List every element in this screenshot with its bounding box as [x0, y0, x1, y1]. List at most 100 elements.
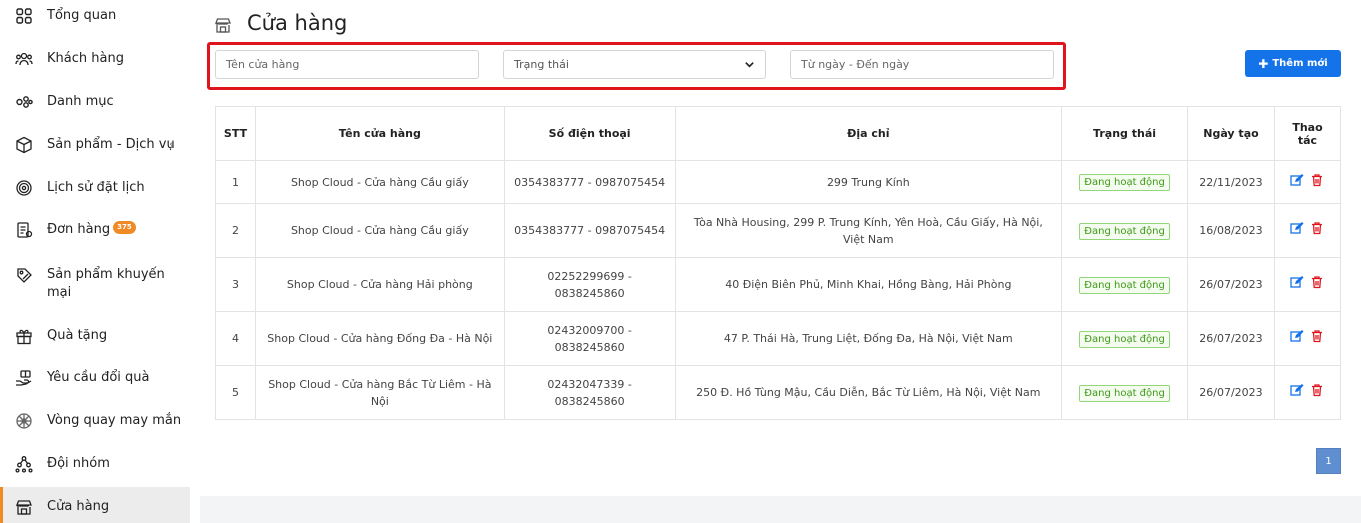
sidebar-item-label: Danh mục [47, 94, 114, 109]
sidebar-item-booking-history[interactable]: Lịch sử đặt lịch [0, 179, 190, 197]
plus-icon: ✚ [1258, 56, 1269, 71]
cell-store-name: Shop Cloud - Cửa hàng Cầu giấy [254, 160, 505, 204]
column-header: Số điện thoại [503, 106, 676, 161]
delete-icon[interactable] [1310, 173, 1324, 187]
category-icon [15, 93, 33, 111]
sidebar-item-label: Quà tặng [47, 328, 108, 343]
history-icon [15, 179, 33, 197]
chevron-left-icon[interactable]: ‹ [169, 136, 174, 154]
table-header-row: STT Tên cửa hàng Số điện thoại Địa chỉ T… [215, 106, 1342, 161]
cell-stt: 3 [215, 257, 256, 312]
pagination-page-1[interactable]: 1 [1316, 448, 1341, 474]
cell-address: 299 Trung Kính [674, 160, 1063, 204]
sidebar-item-label: Sản phẩm - Dịch vụ [47, 137, 175, 152]
cell-status: Đang hoạt động [1061, 257, 1188, 312]
delete-icon[interactable] [1310, 275, 1324, 289]
column-header: Ngày tạo [1186, 106, 1275, 161]
cell-address: 47 P. Thái Hà, Trung Liệt, Đống Đa, Hà N… [674, 311, 1063, 366]
status-badge: Đang hoạt động [1079, 276, 1170, 294]
edit-icon[interactable] [1290, 173, 1304, 187]
cell-phone: 0354383777 - 0987075454 [503, 203, 676, 258]
sidebar-item-gifts[interactable]: Quà tặng [0, 327, 190, 345]
cell-status: Đang hoạt động [1061, 203, 1188, 258]
status-select[interactable]: Trạng thái [503, 50, 766, 79]
sidebar-item-label: Đơn hàng [47, 222, 111, 237]
sidebar-item-products[interactable]: Sản phẩm - Dịch vụ ‹ [0, 136, 190, 154]
sidebar-item-label: Sản phẩm khuyến mại [47, 267, 165, 300]
cell-address: 40 Điện Biên Phủ, Minh Khai, Hồng Bàng, … [674, 257, 1063, 312]
sidebar-item-lucky-wheel[interactable]: Vòng quay may mắn [0, 412, 190, 430]
store-icon [214, 16, 232, 34]
cell-store-name: Shop Cloud - Cửa hàng Bắc Từ Liêm - Hà N… [254, 365, 505, 420]
store-name-input[interactable] [215, 50, 479, 79]
wheel-icon [15, 412, 33, 430]
cell-store-name: Shop Cloud - Cửa hàng Đống Đa - Hà Nội [254, 311, 505, 366]
grid-icon [15, 7, 33, 25]
store-icon [15, 498, 33, 516]
add-new-button[interactable]: ✚ Thêm mới [1245, 50, 1341, 77]
date-range-input[interactable] [790, 50, 1054, 79]
stores-table: STT Tên cửa hàng Số điện thoại Địa chỉ T… [215, 106, 1342, 420]
gift-icon [15, 327, 33, 345]
sidebar-item-customers[interactable]: Khách hàng [0, 50, 190, 68]
status-badge: Đang hoạt động [1079, 330, 1170, 348]
promo-icon [15, 266, 33, 284]
cell-status: Đang hoạt động [1061, 365, 1188, 420]
sidebar-item-gift-exchange[interactable]: Yêu cầu đổi quà [0, 369, 190, 387]
edit-icon[interactable] [1290, 383, 1304, 397]
sidebar-item-label: Tổng quan [47, 8, 117, 23]
status-badge: Đang hoạt động [1079, 384, 1170, 402]
cell-date: 26/07/2023 [1186, 311, 1275, 366]
cell-store-name: Shop Cloud - Cửa hàng Hải phòng [254, 257, 505, 312]
status-badge: Đang hoạt động [1079, 174, 1170, 191]
sidebar-item-label: Vòng quay may mắn [47, 413, 182, 428]
cell-phone: 02432047339 - 0838245860 [503, 365, 676, 420]
cell-stt: 5 [215, 365, 256, 420]
chevron-down-icon [745, 62, 754, 68]
cell-status: Đang hoạt động [1061, 160, 1188, 204]
delete-icon[interactable] [1310, 329, 1324, 343]
team-icon [15, 455, 33, 473]
sidebar-item-label: Khách hàng [47, 51, 124, 66]
sidebar-item-overview[interactable]: Tổng quan [0, 7, 190, 25]
cell-status: Đang hoạt động [1061, 311, 1188, 366]
cell-address: Tòa Nhà Housing, 299 P. Trung Kính, Yên … [674, 203, 1063, 258]
column-header: Thao tác [1273, 106, 1342, 161]
cell-stt: 1 [215, 160, 256, 204]
footer-strip [200, 496, 1361, 523]
edit-icon[interactable] [1290, 221, 1304, 235]
table-row: 5 Shop Cloud - Cửa hàng Bắc Từ Liêm - Hà… [215, 365, 1342, 420]
sidebar-item-label: Lịch sử đặt lịch [47, 180, 145, 195]
add-new-label: Thêm mới [1272, 58, 1328, 69]
cell-date: 22/11/2023 [1186, 160, 1275, 204]
table-row: 2 Shop Cloud - Cửa hàng Cầu giấy 0354383… [215, 203, 1342, 258]
sidebar-item-team[interactable]: Đội nhóm [0, 455, 190, 473]
column-header: Tên cửa hàng [254, 106, 505, 161]
exchange-gift-icon [15, 369, 33, 387]
status-badge: Đang hoạt động [1079, 222, 1170, 240]
cell-date: 16/08/2023 [1186, 203, 1275, 258]
table-row: 1 Shop Cloud - Cửa hàng Cầu giấy 0354383… [215, 160, 1342, 204]
sidebar-item-stores[interactable]: Cửa hàng [0, 487, 190, 523]
column-header: Địa chỉ [674, 106, 1063, 161]
cell-actions [1273, 365, 1342, 420]
sidebar-item-label: Yêu cầu đổi quà [47, 370, 150, 385]
sidebar-item-label: Đội nhóm [47, 456, 110, 471]
sidebar-item-orders[interactable]: Đơn hàng 375 [0, 221, 190, 239]
cell-stt: 2 [215, 203, 256, 258]
cell-address: 250 Đ. Hồ Tùng Mậu, Cầu Diễn, Bắc Từ Liê… [674, 365, 1063, 420]
edit-icon[interactable] [1290, 275, 1304, 289]
order-count-badge: 375 [113, 221, 136, 234]
table-row: 4 Shop Cloud - Cửa hàng Đống Đa - Hà Nội… [215, 311, 1342, 366]
status-select-value: Trạng thái [514, 58, 569, 71]
sidebar-item-categories[interactable]: Danh mục [0, 93, 190, 111]
sidebar-item-promo-products[interactable]: Sản phẩm khuyến mại [0, 266, 190, 302]
cell-phone: 02432009700 - 0838245860 [503, 311, 676, 366]
cell-phone: 0354383777 - 0987075454 [503, 160, 676, 204]
users-icon [15, 50, 33, 68]
cell-actions [1273, 257, 1342, 312]
delete-icon[interactable] [1310, 383, 1324, 397]
edit-icon[interactable] [1290, 329, 1304, 343]
delete-icon[interactable] [1310, 221, 1324, 235]
cell-stt: 4 [215, 311, 256, 366]
